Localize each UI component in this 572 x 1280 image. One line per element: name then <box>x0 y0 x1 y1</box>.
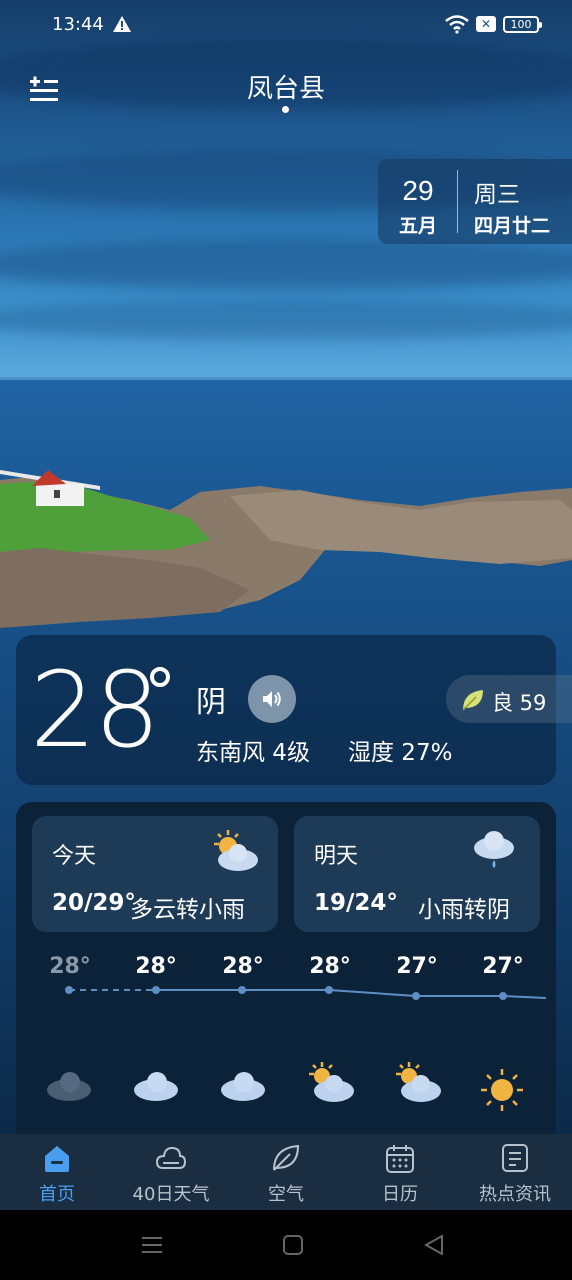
date-weekday: 周三 <box>474 182 520 208</box>
nav-item-calendar[interactable]: 日历 <box>343 1134 457 1210</box>
temp-point <box>238 986 246 994</box>
status-time: 13:44 <box>52 14 104 35</box>
temp-point <box>412 992 420 1000</box>
temp-point <box>65 986 73 994</box>
aqi-value: 良 59 <box>492 691 547 715</box>
nav-label: 空气 <box>268 1184 304 1205</box>
hour-temp: 27° <box>396 954 438 979</box>
partly-cloudy-icon <box>309 1062 354 1102</box>
back-icon[interactable] <box>424 1235 444 1255</box>
today-condition: 多云转小雨 <box>130 897 245 923</box>
leaf-icon <box>462 690 483 711</box>
temp-curve <box>156 989 547 999</box>
date-card[interactable]: 29 五月 周三 四月廿二 <box>378 159 572 244</box>
nav-label: 热点资讯 <box>479 1184 551 1205</box>
home-icon <box>45 1146 69 1172</box>
no-sim-icon: ✕ <box>476 16 496 32</box>
nav-label: 40日天气 <box>132 1184 210 1205</box>
leaf-icon <box>273 1144 300 1171</box>
recent-apps-icon[interactable] <box>142 1236 162 1254</box>
air-quality-badge[interactable]: 良 59 <box>446 675 572 723</box>
cloud-band <box>0 300 572 340</box>
humidity-info: 湿度 27% <box>348 740 453 766</box>
coastline-illustration <box>0 470 572 628</box>
today-temp-range: 20/29° <box>52 890 136 916</box>
calendar-icon <box>386 1145 414 1173</box>
cloud-icon <box>221 1072 265 1101</box>
hour-temp: 28° <box>222 954 264 979</box>
cloud-icon <box>134 1072 178 1101</box>
today-label: 今天 <box>52 844 97 869</box>
hour-temp: 28° <box>49 954 91 979</box>
current-temperature: 28 <box>30 649 160 771</box>
temperature-line <box>65 986 547 1000</box>
temp-point <box>152 986 160 994</box>
wind-info: 东南风 4级 <box>196 740 310 766</box>
date-month: 五月 <box>398 215 437 237</box>
news-icon <box>502 1144 528 1172</box>
sun-icon <box>481 1069 523 1111</box>
city-title[interactable]: 凤台县 <box>0 68 572 105</box>
hour-temp: 27° <box>482 954 524 979</box>
home-button-icon[interactable] <box>283 1235 303 1255</box>
dark-cloud-icon <box>47 1072 91 1101</box>
nav-label: 日历 <box>382 1184 418 1205</box>
current-weather-card[interactable]: 28 阴 良 59 东南风 4级 湿度 27% <box>16 635 572 785</box>
page-indicator <box>282 106 289 113</box>
partly-cloudy-icon <box>214 830 258 871</box>
speaker-icon <box>263 691 281 707</box>
nav-item-home[interactable]: 首页 <box>0 1134 114 1210</box>
hour-temp: 28° <box>309 954 351 979</box>
battery-icon: 100 <box>503 16 542 33</box>
date-lunar: 四月廿二 <box>474 215 551 237</box>
tomorrow-temp-range: 19/24° <box>314 890 398 916</box>
partly-cloudy-icon <box>396 1062 441 1102</box>
temp-point <box>499 992 507 1000</box>
status-bar: 13:44 ✕ 100 <box>0 0 572 52</box>
nav-item-news[interactable]: 热点资讯 <box>458 1134 572 1210</box>
current-condition: 阴 <box>196 685 226 720</box>
nav-item-40-day[interactable]: 40日天气 <box>114 1134 228 1210</box>
degree-symbol <box>150 667 170 687</box>
voice-broadcast-button[interactable] <box>248 675 296 723</box>
today-forecast-card[interactable]: 今天 20/29° 多云转小雨 <box>32 816 278 932</box>
nav-label: 首页 <box>39 1184 75 1205</box>
divider <box>457 170 458 233</box>
light-rain-icon <box>474 831 514 868</box>
tomorrow-forecast-card[interactable]: 明天 19/24° 小雨转阴 <box>294 816 540 932</box>
cloud-band <box>0 240 572 290</box>
system-nav-bar <box>0 1210 572 1280</box>
tomorrow-label: 明天 <box>314 844 359 869</box>
wifi-icon <box>445 15 469 34</box>
hour-temp: 28° <box>135 954 177 979</box>
bottom-nav: 首页 40日天气 空气 日历 热点资讯 <box>0 1134 572 1210</box>
temp-point <box>325 986 333 994</box>
cloud-outline-icon <box>155 1146 187 1169</box>
horizon <box>0 377 572 380</box>
tomorrow-condition: 小雨转阴 <box>418 897 510 923</box>
nav-item-air[interactable]: 空气 <box>229 1134 343 1210</box>
warning-icon <box>113 16 131 32</box>
date-day: 29 <box>402 175 434 206</box>
